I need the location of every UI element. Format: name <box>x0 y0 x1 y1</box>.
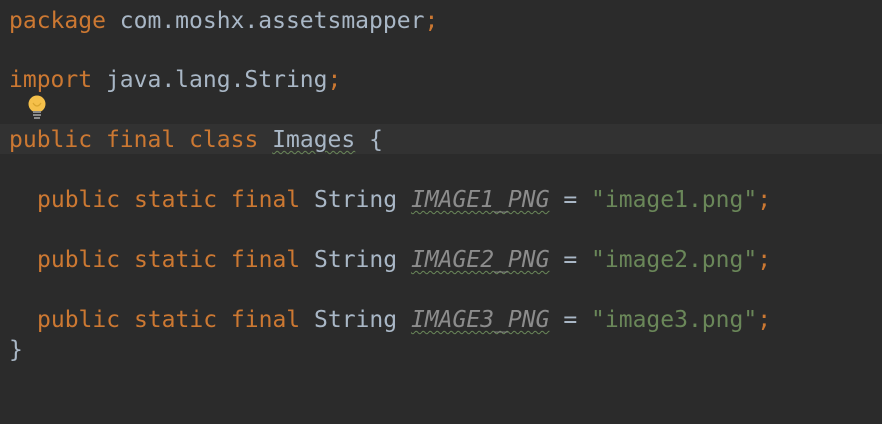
keyword-final: final <box>230 247 301 273</box>
string-literal: "image2.png" <box>591 247 758 273</box>
string-literal: "image3.png" <box>591 307 758 333</box>
code-line-class-declaration[interactable]: public final class Images { <box>9 125 383 155</box>
field-name: IMAGE1_PNG <box>410 187 550 213</box>
keyword-static: static <box>133 187 218 213</box>
string-literal: "image1.png" <box>591 187 758 213</box>
field-type: String <box>314 247 398 273</box>
keyword-public: public <box>37 187 121 213</box>
code-line-import[interactable]: import java.lang.String; <box>9 65 341 95</box>
code-line-field-3[interactable]: public static final String IMAGE3_PNG = … <box>37 305 771 335</box>
equals-sign: = <box>563 307 578 333</box>
brace-open: { <box>369 127 383 153</box>
import-name: java.lang.String <box>92 67 328 93</box>
package-name: com.moshx.assetsmapper <box>105 8 425 34</box>
field-type: String <box>314 307 398 333</box>
code-line-close-brace[interactable]: } <box>9 335 23 365</box>
keyword-class: class <box>189 127 259 153</box>
code-line-package[interactable]: package com.moshx.assetsmapper; <box>9 6 438 36</box>
keyword-final: final <box>230 187 301 213</box>
semicolon: ; <box>424 8 439 34</box>
field-type: String <box>314 187 398 213</box>
lightbulb-icon[interactable] <box>24 94 50 122</box>
field-name: IMAGE2_PNG <box>410 247 550 273</box>
keyword-static: static <box>133 307 218 333</box>
keyword-import: import <box>9 67 93 93</box>
keyword-final: final <box>230 307 301 333</box>
keyword-public: public <box>9 127 93 153</box>
keyword-public: public <box>37 307 121 333</box>
equals-sign: = <box>563 247 578 273</box>
semicolon: ; <box>757 187 772 213</box>
equals-sign: = <box>563 187 578 213</box>
code-editor[interactable]: package com.moshx.assetsmapper; import j… <box>0 0 882 424</box>
keyword-package: package <box>9 8 106 34</box>
semicolon: ; <box>757 307 772 333</box>
code-line-field-2[interactable]: public static final String IMAGE2_PNG = … <box>37 245 771 275</box>
field-name: IMAGE3_PNG <box>410 307 550 333</box>
brace-close: } <box>9 337 23 363</box>
keyword-static: static <box>133 247 218 273</box>
semicolon: ; <box>327 67 342 93</box>
semicolon: ; <box>757 247 772 273</box>
code-line-field-1[interactable]: public static final String IMAGE1_PNG = … <box>37 185 771 215</box>
class-name: Images <box>272 127 356 153</box>
keyword-public: public <box>37 247 121 273</box>
keyword-final: final <box>105 127 176 153</box>
